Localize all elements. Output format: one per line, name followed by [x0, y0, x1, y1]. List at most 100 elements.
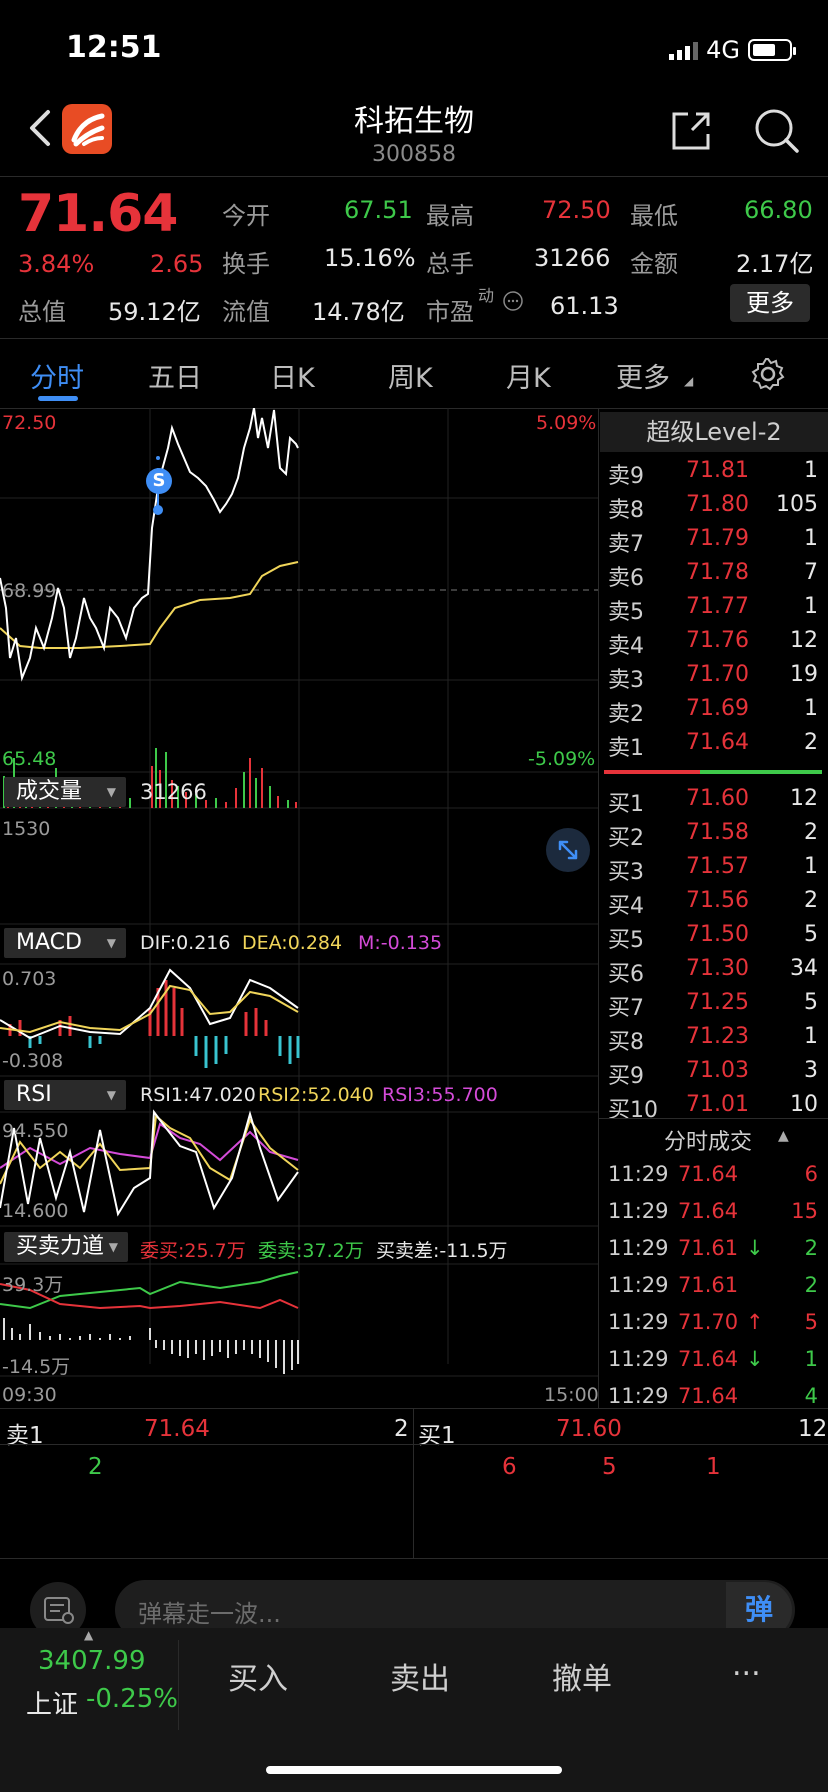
bid-vol: 10	[790, 1092, 818, 1117]
trade-row: 11:29 71.64 4	[606, 1384, 820, 1420]
level2-title[interactable]: 超级Level-2	[600, 412, 828, 452]
trade-time: 11:29	[608, 1162, 669, 1186]
time-axis-start: 09:30	[2, 1384, 57, 1406]
float-cap: 14.78亿	[312, 298, 405, 326]
collapse-icon[interactable]: ▲	[778, 1128, 789, 1144]
caret-icon: ◢	[684, 374, 694, 388]
ask-label: 卖4	[608, 634, 644, 659]
force-diff: 买卖差:-11.5万	[376, 1240, 508, 1262]
bid-queue-item: 6	[502, 1454, 517, 1480]
trade-time: 11:29	[608, 1199, 669, 1223]
settings-gear-icon[interactable]	[750, 356, 786, 392]
ask-price: 71.69	[686, 696, 749, 721]
trade-price: 71.64	[678, 1347, 739, 1371]
ask-row[interactable]: 卖2 71.69 1	[606, 696, 820, 730]
trade-row: 11:29 71.64 15	[606, 1199, 820, 1235]
bid-row[interactable]: 买8 71.23 1	[606, 1024, 820, 1058]
ask-vol: 19	[790, 662, 818, 687]
macd-m: M:-0.135	[358, 932, 443, 954]
bid-row[interactable]: 买1 71.60 12	[606, 786, 820, 820]
pe-value: 61.13	[550, 292, 619, 320]
ask-row[interactable]: 卖1 71.64 2	[606, 730, 820, 764]
bid-row[interactable]: 买3 71.57 1	[606, 854, 820, 888]
trade-time: 11:29	[608, 1273, 669, 1297]
ask-vol: 1	[804, 594, 818, 619]
bid-row[interactable]: 买2 71.58 2	[606, 820, 820, 854]
ask-row[interactable]: 卖8 71.80 105	[606, 492, 820, 526]
sell-button[interactable]: 卖出	[390, 1654, 450, 1698]
ask-row[interactable]: 卖9 71.81 1	[606, 458, 820, 492]
cancel-order-button[interactable]: 撤单	[552, 1654, 612, 1698]
index-value[interactable]: 3407.99	[38, 1646, 146, 1676]
bid-price: 71.23	[686, 1024, 749, 1049]
bid-row[interactable]: 买6 71.30 34	[606, 956, 820, 990]
bid-row[interactable]: 买9 71.03 3	[606, 1058, 820, 1092]
macd-axis-top: 0.703	[2, 968, 57, 990]
change-pct: 3.84%	[18, 250, 95, 278]
trade-vol: 15	[791, 1199, 818, 1223]
force-buy: 委买:25.7万	[140, 1240, 246, 1262]
bid-price: 71.03	[686, 1058, 749, 1083]
ask-price: 71.81	[686, 458, 749, 483]
ask-row[interactable]: 卖5 71.77 1	[606, 594, 820, 628]
price-axis-bottom: 65.48	[2, 748, 57, 770]
tab-intraday[interactable]: 分时	[30, 356, 84, 395]
trade-direction-arrow: ↓	[746, 1236, 764, 1260]
signal-icon	[669, 40, 699, 60]
rsi-indicator-select[interactable]: RSI	[4, 1080, 126, 1110]
volume-indicator-select[interactable]: 成交量	[4, 777, 126, 807]
expand-up-icon[interactable]: ▲	[84, 1628, 93, 1642]
trade-time: 11:29	[608, 1347, 669, 1371]
more-quote-button[interactable]: 更多	[730, 284, 810, 322]
status-time: 12:51	[66, 30, 162, 65]
bid-row[interactable]: 买10 71.01 10	[606, 1092, 820, 1126]
index-name: 上证	[26, 1690, 79, 1720]
more-actions-button[interactable]: ...	[732, 1648, 761, 1683]
total-cap-label: 总值	[18, 298, 66, 326]
trade-row: 11:29 71.61 ↓ 2	[606, 1236, 820, 1272]
trades-title[interactable]: 分时成交	[664, 1124, 752, 1156]
ask-row[interactable]: 卖3 71.70 19	[606, 662, 820, 696]
rsi-axis-bottom: 14.600	[2, 1200, 69, 1222]
force-axis-bottom: -14.5万	[2, 1356, 71, 1378]
bid-row[interactable]: 买4 71.56 2	[606, 888, 820, 922]
ask-label: 卖5	[608, 600, 644, 625]
bid-price: 71.57	[686, 854, 749, 879]
trade-time: 11:29	[608, 1310, 669, 1334]
info-icon[interactable]	[502, 290, 524, 312]
macd-dea: DEA:0.284	[242, 932, 343, 954]
expand-icon[interactable]	[546, 828, 590, 872]
ask-label: 卖9	[608, 464, 644, 489]
signal-marker[interactable]: S	[146, 468, 172, 494]
force-indicator-select[interactable]: 买卖力道	[4, 1232, 128, 1262]
tab-weekly-k[interactable]: 周K	[388, 356, 433, 395]
trade-vol: 5	[804, 1310, 818, 1334]
ask-row[interactable]: 卖6 71.78 7	[606, 560, 820, 594]
ask-price: 71.76	[686, 628, 749, 653]
tab-more[interactable]: 更多	[616, 356, 670, 395]
bid-vol: 34	[790, 956, 818, 981]
bid-vol: 2	[804, 888, 818, 913]
bid-row[interactable]: 买5 71.50 5	[606, 922, 820, 956]
share-icon[interactable]	[668, 108, 714, 154]
macd-indicator-select[interactable]: MACD	[4, 928, 126, 958]
ask-row[interactable]: 卖4 71.76 12	[606, 628, 820, 662]
trade-vol: 2	[804, 1273, 818, 1297]
search-icon[interactable]	[752, 106, 800, 154]
ask-queue-item: 2	[88, 1454, 103, 1480]
ask-vol: 7	[804, 560, 818, 585]
bid-price: 71.01	[686, 1092, 749, 1117]
trade-price: 71.70	[678, 1310, 739, 1334]
tab-monthly-k[interactable]: 月K	[506, 356, 551, 395]
buy-button[interactable]: 买入	[228, 1654, 288, 1698]
trade-direction-arrow: ↓	[746, 1347, 764, 1371]
bid-row[interactable]: 买7 71.25 5	[606, 990, 820, 1024]
bid-label: 买8	[608, 1030, 644, 1055]
bid-label: 买10	[608, 1098, 658, 1123]
ask-vol: 105	[776, 492, 818, 517]
tab-daily-k[interactable]: 日K	[270, 356, 315, 395]
ask-row[interactable]: 卖7 71.79 1	[606, 526, 820, 560]
status-indicators: 4G	[669, 36, 796, 64]
pe-label: 市盈	[426, 298, 474, 326]
tab-5day[interactable]: 五日	[148, 356, 202, 395]
